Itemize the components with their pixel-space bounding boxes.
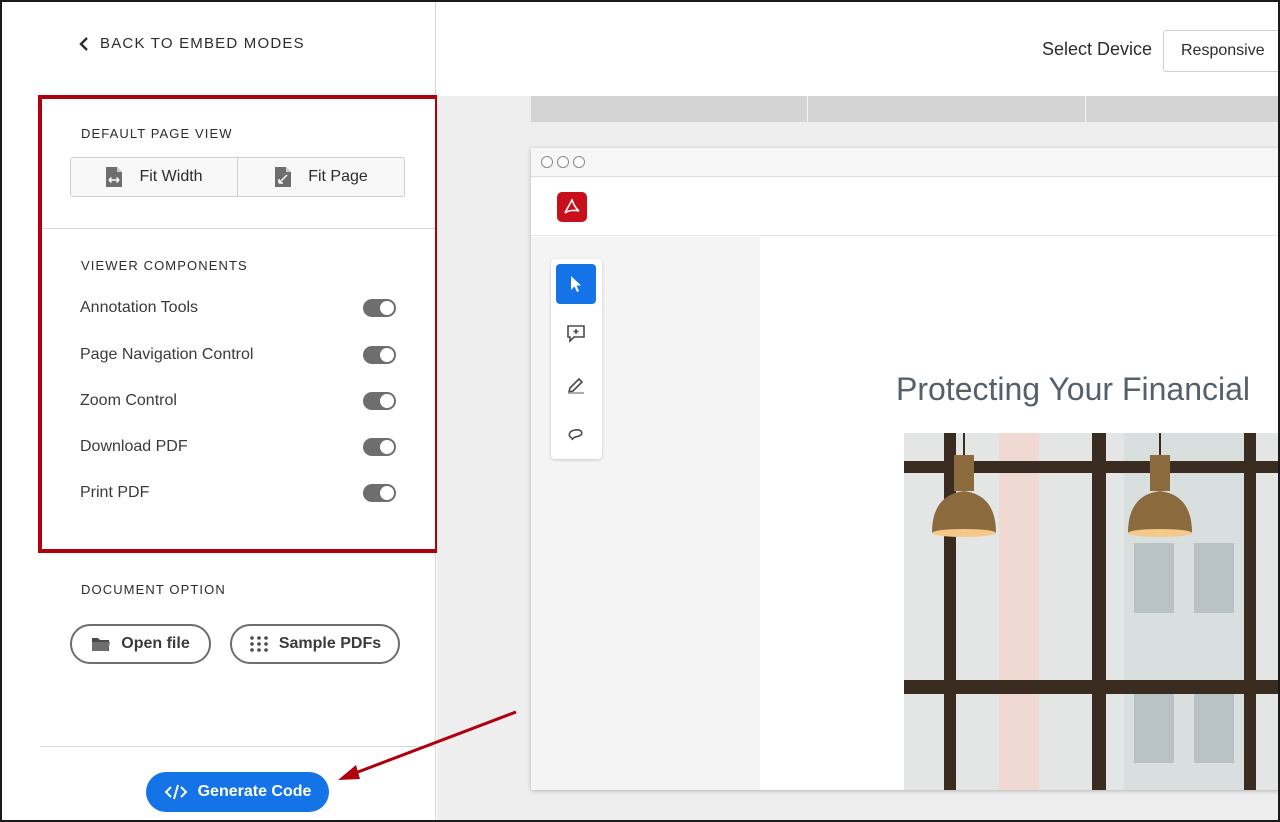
ruler-tick (807, 96, 808, 122)
open-file-label: Open file (121, 635, 190, 652)
back-label: BACK TO EMBED MODES (100, 35, 305, 52)
document-option-heading: DOCUMENT OPTION (81, 582, 226, 597)
open-file-button[interactable]: Open file (70, 624, 211, 664)
annotation-tool-rail (551, 259, 602, 459)
browser-preview-window: Protecting Your Financial (531, 148, 1278, 790)
select-icon (571, 276, 581, 292)
generate-code-button[interactable]: Generate Code (146, 772, 329, 812)
generate-code-label: Generate Code (197, 783, 312, 800)
select-device-label: Select Device (1042, 39, 1153, 59)
device-select[interactable]: Responsive (1163, 30, 1278, 72)
acrobat-logo-icon (557, 192, 587, 222)
arrow-annotation (338, 710, 517, 780)
lasso-tool-button[interactable] (556, 414, 596, 454)
window-dot-icon (557, 156, 569, 168)
lasso-icon (568, 429, 583, 441)
document-photo (904, 433, 1278, 790)
sample-pdfs-button[interactable]: Sample PDFs (230, 624, 400, 664)
device-ruler (531, 96, 1278, 122)
sample-pdfs-label: Sample PDFs (278, 635, 382, 652)
device-value: Responsive (1181, 42, 1265, 59)
grid-dots-icon (250, 636, 268, 652)
pdf-viewer: Protecting Your Financial (531, 237, 1278, 790)
code-icon (164, 784, 188, 800)
device-toolbar: Select Device Responsive (437, 2, 1278, 96)
browser-title-bar (531, 148, 1278, 177)
window-dot-icon (573, 156, 585, 168)
preview-canvas: Protecting Your Financial (437, 96, 1278, 820)
highlight-box-annotation (38, 95, 439, 553)
draw-tool-button[interactable] (556, 364, 596, 404)
window-dot-icon (541, 156, 553, 168)
select-tool-button[interactable] (556, 264, 596, 304)
pdf-page: Protecting Your Financial (760, 237, 1278, 790)
viewer-header (531, 177, 1278, 236)
comment-icon (567, 325, 585, 343)
comment-tool-button[interactable] (556, 314, 596, 354)
app-frame: BACK TO EMBED MODES DEFAULT PAGE VIEW Fi… (0, 0, 1280, 822)
folder-icon (92, 638, 111, 651)
document-title: Protecting Your Financial (896, 371, 1250, 407)
back-to-embed-modes-link[interactable]: BACK TO EMBED MODES (78, 35, 305, 52)
ruler-tick (1085, 96, 1086, 122)
draw-icon (567, 377, 584, 394)
chevron-left-icon (79, 36, 88, 51)
